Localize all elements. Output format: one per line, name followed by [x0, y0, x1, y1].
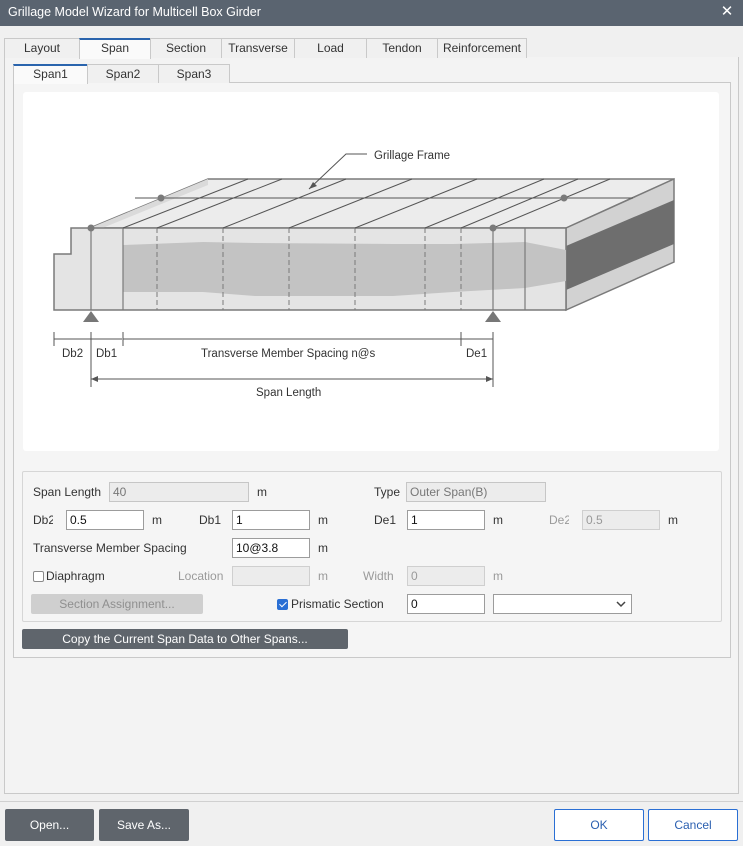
- box-girder-illustration: Grillage Frame Db2 Db1 Transverse Member…: [53, 150, 675, 399]
- tab-reinforcement[interactable]: Reinforcement: [437, 38, 527, 58]
- span-tab-bar: Span1 Span2 Span3: [13, 64, 230, 84]
- db1-input[interactable]: 1: [232, 510, 310, 530]
- de2-label: De2: [549, 513, 569, 527]
- prismatic-checkbox[interactable]: [277, 599, 288, 610]
- de1-unit: m: [493, 513, 503, 527]
- spacing-label: Transverse Member Spacing: [33, 541, 187, 555]
- location-input: [232, 566, 310, 586]
- spacing-input[interactable]: 10@3.8: [232, 538, 310, 558]
- footer-divider: [0, 801, 743, 802]
- span-length-field: 40: [109, 482, 249, 502]
- tab-span[interactable]: Span: [79, 38, 151, 59]
- de2-unit: m: [668, 513, 678, 527]
- window-title: Grillage Model Wizard for Multicell Box …: [8, 5, 261, 19]
- dim-db1-label: Db1: [96, 348, 117, 360]
- main-tab-bar: Layout Span Section Transverse Load Tend…: [4, 38, 527, 59]
- prismatic-section-select[interactable]: [493, 594, 632, 614]
- tab-load[interactable]: Load: [294, 38, 367, 58]
- ok-button[interactable]: OK: [554, 809, 644, 841]
- span-length-unit: m: [257, 485, 267, 499]
- db1-unit: m: [318, 513, 328, 527]
- tab-span3[interactable]: Span3: [158, 64, 230, 83]
- spacing-unit: m: [318, 541, 328, 555]
- tab-layout[interactable]: Layout: [4, 38, 80, 58]
- tab-section[interactable]: Section: [150, 38, 222, 58]
- width-label: Width: [363, 569, 393, 583]
- de1-input[interactable]: 1: [407, 510, 485, 530]
- diaphragm-checkbox[interactable]: [33, 571, 44, 582]
- dim-de1-label: De1: [466, 348, 487, 360]
- db2-unit: m: [152, 513, 162, 527]
- copy-span-data-button[interactable]: Copy the Current Span Data to Other Span…: [22, 629, 348, 649]
- close-icon[interactable]: ✕: [717, 2, 737, 22]
- width-input: 0: [407, 566, 485, 586]
- tab-span1[interactable]: Span1: [13, 64, 88, 84]
- grillage-frame-label: Grillage Frame: [374, 150, 450, 162]
- span-length-label: Span Length: [33, 485, 102, 499]
- diaphragm-label: Diaphragm: [46, 569, 105, 583]
- prismatic-value-input[interactable]: 0: [407, 594, 485, 614]
- prismatic-label: Prismatic Section: [291, 597, 384, 611]
- open-button[interactable]: Open...: [5, 809, 94, 841]
- type-label: Type: [374, 485, 401, 499]
- chevron-down-icon: [616, 601, 626, 608]
- title-bar: Grillage Model Wizard for Multicell Box …: [0, 0, 743, 26]
- tab-span2[interactable]: Span2: [87, 64, 159, 83]
- db2-input[interactable]: 0.5: [66, 510, 144, 530]
- section-assignment-button: Section Assignment...: [31, 594, 203, 614]
- location-unit: m: [318, 569, 328, 583]
- type-field: Outer Span(B): [406, 482, 546, 502]
- cancel-button[interactable]: Cancel: [648, 809, 738, 841]
- tab-tendon[interactable]: Tendon: [366, 38, 438, 58]
- de1-label: De1: [374, 513, 397, 527]
- de2-input: 0.5: [582, 510, 660, 530]
- dim-span-length-label: Span Length: [256, 387, 321, 399]
- width-unit: m: [493, 569, 503, 583]
- tab-transverse[interactable]: Transverse: [221, 38, 295, 58]
- dim-db2-label: Db2: [62, 348, 83, 360]
- span-diagram: Grillage Frame Db2 Db1 Transverse Member…: [23, 92, 719, 451]
- db2-label: Db2: [33, 513, 53, 527]
- db1-label: Db1: [199, 513, 222, 527]
- save-as-button[interactable]: Save As...: [99, 809, 189, 841]
- dim-spacing-label: Transverse Member Spacing n@s: [201, 348, 375, 360]
- location-label: Location: [178, 569, 224, 583]
